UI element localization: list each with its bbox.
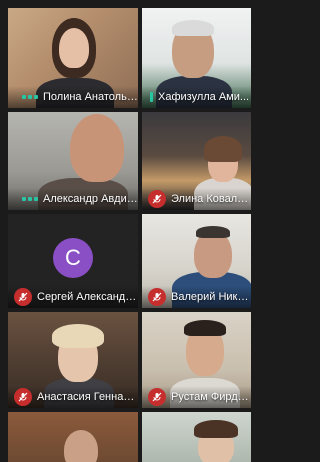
speaking-indicator-icon bbox=[150, 92, 153, 102]
participant-name-bar: Полина Анатолье... bbox=[8, 86, 138, 108]
participant-tile[interactable]: Хафизулла Ами... bbox=[142, 8, 251, 108]
participant-name: Элина Ковален... bbox=[171, 193, 251, 205]
participant-name-bar: Александр Авдие... bbox=[8, 188, 138, 210]
participant-video bbox=[8, 412, 138, 462]
microphone-muted-icon bbox=[148, 190, 166, 208]
participant-name: Полина Анатолье... bbox=[43, 91, 138, 103]
participant-tile[interactable]: Валерий Никол... bbox=[142, 214, 251, 308]
participant-tile[interactable] bbox=[142, 412, 251, 462]
participant-name-bar: Хафизулла Ами... bbox=[142, 86, 251, 108]
participant-tile[interactable]: Полина Анатолье... bbox=[8, 8, 138, 108]
participant-tile[interactable]: Элина Ковален... bbox=[142, 112, 251, 210]
participant-video bbox=[142, 412, 251, 462]
video-grid: Полина Анатолье... Хафизулла Ами... Алек… bbox=[0, 0, 251, 462]
speaking-indicator-icon bbox=[22, 95, 38, 99]
participant-name-bar: Рустам Фирдав... bbox=[142, 386, 251, 408]
participant-name: Анастасия Геннад... bbox=[37, 391, 138, 403]
avatar: С bbox=[53, 238, 93, 278]
participant-tile[interactable]: Анастасия Геннад... bbox=[8, 312, 138, 408]
participant-tile[interactable]: С Сергей Александр... bbox=[8, 214, 138, 308]
microphone-muted-icon bbox=[148, 388, 166, 406]
participant-tile[interactable]: Рустам Фирдав... bbox=[142, 312, 251, 408]
participant-name-bar: Валерий Никол... bbox=[142, 286, 251, 308]
participant-name: Валерий Никол... bbox=[171, 291, 251, 303]
participant-name: Рустам Фирдав... bbox=[171, 391, 251, 403]
participant-name: Сергей Александр... bbox=[37, 291, 138, 303]
participant-name: Александр Авдие... bbox=[43, 193, 138, 205]
microphone-muted-icon bbox=[14, 388, 32, 406]
participant-name-bar: Сергей Александр... bbox=[8, 286, 138, 308]
participant-tile[interactable] bbox=[8, 412, 138, 462]
speaking-indicator-icon bbox=[22, 197, 38, 201]
participant-name-bar: Элина Ковален... bbox=[142, 188, 251, 210]
participant-name: Хафизулла Ами... bbox=[158, 91, 250, 103]
participant-name-bar: Анастасия Геннад... bbox=[8, 386, 138, 408]
participant-tile[interactable]: Александр Авдие... bbox=[8, 112, 138, 210]
microphone-muted-icon bbox=[148, 288, 166, 306]
microphone-muted-icon bbox=[14, 288, 32, 306]
